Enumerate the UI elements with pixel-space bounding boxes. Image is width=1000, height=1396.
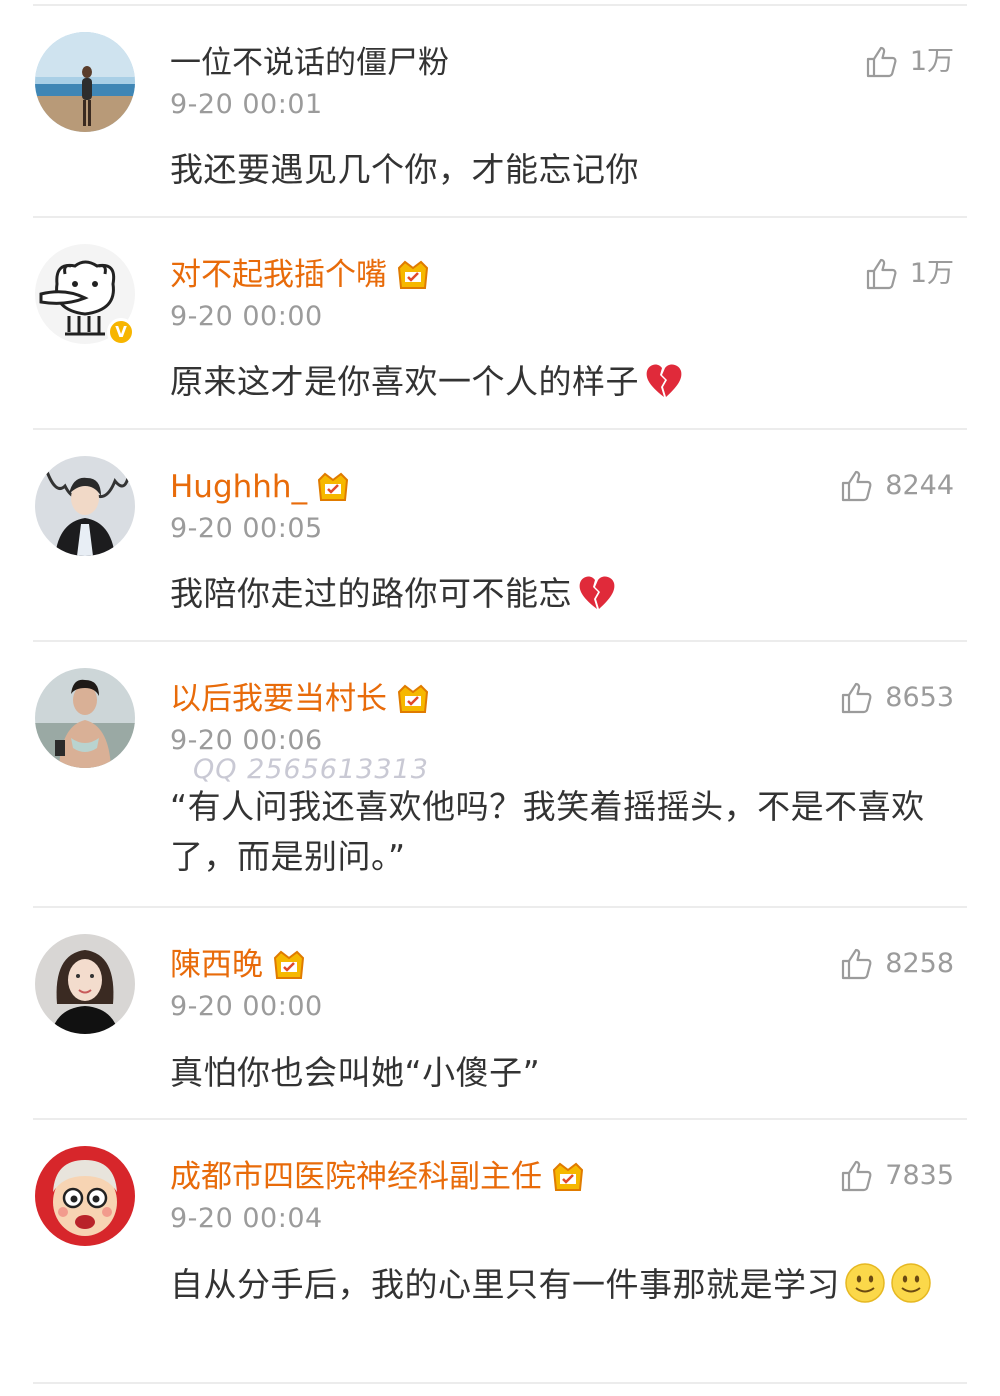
like-count: 8258: [885, 948, 954, 979]
watermark-text: QQ 2565613313: [193, 754, 429, 785]
comment-item: 以后我要当村长 8653 9-20 00:06 “有人问我还喜欢他吗？我笑着摇摇…: [0, 642, 1000, 908]
comment-item: V 对不起我插个嘴 1万 9-20 00:00 原来这才是你喜欢一个人的样子: [0, 218, 1000, 430]
comment-text: 我还要遇见几个你，才能忘记你: [170, 145, 960, 195]
username-text[interactable]: Hughhh_: [170, 467, 307, 507]
like-count: 8244: [885, 470, 954, 501]
thumbs-up-icon[interactable]: [864, 44, 900, 80]
comment-text: 我陪你走过的路你可不能忘: [170, 569, 960, 619]
username[interactable]: Hughhh_: [170, 467, 351, 507]
username[interactable]: 以后我要当村长: [170, 679, 431, 719]
comment-text-content: 我还要遇见几个你，才能忘记你: [170, 150, 639, 189]
comment-text: “有人问我还喜欢他吗？我笑着摇摇头，不是不喜欢了，而是别问。”: [170, 782, 960, 882]
thumbs-up-icon[interactable]: [839, 468, 875, 504]
comment-time: 9-20 00:04: [170, 1203, 323, 1234]
avatar[interactable]: [35, 668, 135, 768]
smiley-icon: [844, 1262, 886, 1304]
comment-item: 陳西晚 8258 9-20 00:00 真怕你也会叫她“小傻子”: [0, 908, 1000, 1120]
like-button[interactable]: 1万: [864, 256, 954, 292]
comment-text-content: “有人问我还喜欢他吗？我笑着摇摇头，不是不喜欢了，而是别问。”: [170, 787, 925, 876]
vip-crown-icon: [395, 682, 431, 716]
comment-item: 成都市四医院神经科副主任 7835 9-20 00:04 自从分手后，我的心里只…: [0, 1120, 1000, 1384]
comment-time: 9-20 00:00: [170, 301, 323, 332]
avatar[interactable]: [35, 456, 135, 556]
vip-crown-icon: [550, 1160, 586, 1194]
thumbs-up-icon[interactable]: [864, 256, 900, 292]
like-button[interactable]: 7835: [839, 1158, 954, 1194]
like-button[interactable]: 8258: [839, 946, 954, 982]
username[interactable]: 一位不说话的僵尸粉: [170, 43, 449, 83]
like-count: 1万: [909, 46, 954, 77]
username-text[interactable]: 一位不说话的僵尸粉: [170, 43, 449, 83]
comment-text: 原来这才是你喜欢一个人的样子: [170, 357, 960, 407]
comment-item: 一位不说话的僵尸粉 1万 9-20 00:01 我还要遇见几个你，才能忘记你: [0, 0, 1000, 218]
thumbs-up-icon[interactable]: [839, 1158, 875, 1194]
comment-text-content: 自从分手后，我的心里只有一件事那就是学习: [170, 1265, 840, 1304]
smiley-icon: [890, 1262, 932, 1304]
comment-time: 9-20 00:00: [170, 991, 323, 1022]
username[interactable]: 对不起我插个嘴: [170, 255, 431, 295]
comment-divider: [33, 1382, 967, 1384]
like-button[interactable]: 1万: [864, 44, 954, 80]
verified-badge: V: [107, 318, 135, 346]
like-count: 1万: [909, 258, 954, 289]
like-button[interactable]: 8653: [839, 680, 954, 716]
thumbs-up-icon[interactable]: [839, 946, 875, 982]
comment-text-content: 原来这才是你喜欢一个人的样子: [170, 362, 639, 401]
comment-text-content: 我陪你走过的路你可不能忘: [170, 574, 572, 613]
username-text[interactable]: 对不起我插个嘴: [170, 255, 387, 295]
username[interactable]: 成都市四医院神经科副主任: [170, 1157, 586, 1197]
comment-text-content: 真怕你也会叫她“小傻子”: [170, 1053, 541, 1092]
thumbs-up-icon[interactable]: [839, 680, 875, 716]
username-text[interactable]: 成都市四医院神经科副主任: [170, 1157, 542, 1197]
like-count: 7835: [885, 1160, 954, 1191]
like-count: 8653: [885, 682, 954, 713]
like-button[interactable]: 8244: [839, 468, 954, 504]
username-text[interactable]: 陳西晚: [170, 945, 263, 985]
comment-text: 真怕你也会叫她“小傻子”: [170, 1048, 960, 1098]
avatar[interactable]: [35, 1146, 135, 1246]
avatar[interactable]: [35, 934, 135, 1034]
avatar[interactable]: [35, 32, 135, 132]
username[interactable]: 陳西晚: [170, 945, 307, 985]
comment-time: 9-20 00:05: [170, 513, 323, 544]
comment-item: Hughhh_ 8244 9-20 00:05 我陪你走过的路你可不能忘: [0, 430, 1000, 642]
vip-crown-icon: [395, 258, 431, 292]
username-text[interactable]: 以后我要当村长: [170, 679, 387, 719]
broken-heart-icon: [643, 359, 685, 401]
comment-text: 自从分手后，我的心里只有一件事那就是学习: [170, 1260, 960, 1310]
comment-time: 9-20 00:06: [170, 725, 323, 756]
comment-time: 9-20 00:01: [170, 89, 323, 120]
broken-heart-icon: [576, 571, 618, 613]
vip-crown-icon: [315, 470, 351, 504]
vip-crown-icon: [271, 948, 307, 982]
